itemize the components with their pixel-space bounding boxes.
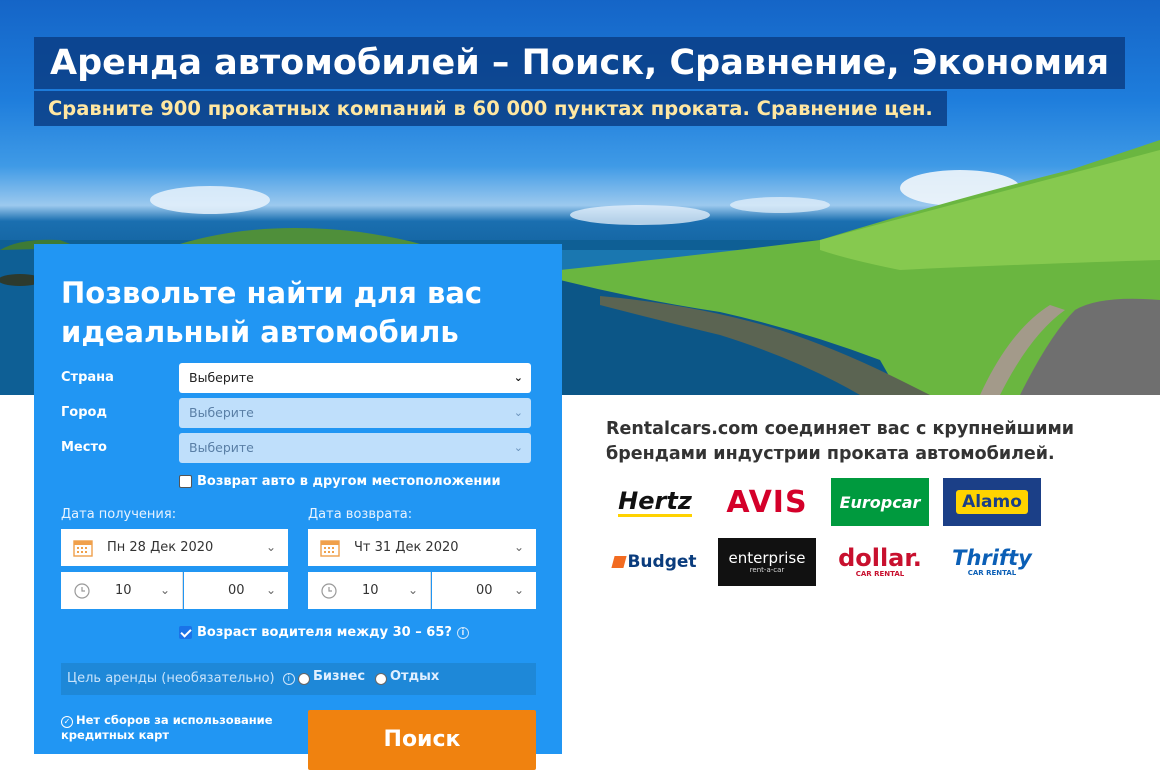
pickup-hour-value: 10 xyxy=(115,583,132,598)
page-title: Аренда автомобилей – Поиск, Сравнение, Э… xyxy=(34,37,1126,89)
checkbox-box[interactable] xyxy=(179,626,192,639)
return-other-location-checkbox[interactable]: Возврат авто в другом местоположении xyxy=(179,474,501,489)
pickup-minute-value: 00 xyxy=(228,583,245,598)
brands-description: Rentalcars.com соединяет вас с крупнейши… xyxy=(606,419,1075,464)
chevron-down-icon: ⌄ xyxy=(407,583,418,597)
dropoff-date-label: Дата возврата: xyxy=(308,507,413,522)
clock-icon xyxy=(321,583,337,599)
chevron-down-icon: ⌄ xyxy=(265,583,276,597)
city-select-value: Выберите xyxy=(189,405,254,420)
europcar-logo: Europcar xyxy=(831,478,929,526)
dropoff-hour-value: 10 xyxy=(362,583,379,598)
pickup-date-label: Дата получения: xyxy=(61,507,177,522)
country-select[interactable]: Выберите ⌄ xyxy=(179,363,531,393)
location-label: Место xyxy=(61,440,107,455)
chevron-down-icon: ⌄ xyxy=(513,583,524,597)
chevron-down-icon: ⌄ xyxy=(513,371,523,384)
country-select-value: Выберите xyxy=(189,370,254,385)
chevron-down-icon: ⌄ xyxy=(513,540,524,554)
rental-purpose-row: Цель аренды (необязательно) i Бизнес Отд… xyxy=(61,663,536,695)
enterprise-logo: enterprise rent-a-car xyxy=(718,538,816,586)
clock-icon xyxy=(74,583,90,599)
calendar-icon xyxy=(73,540,93,557)
pickup-date-value: Пн 28 Дек 2020 xyxy=(107,540,214,555)
radio-leisure[interactable] xyxy=(375,673,387,685)
pickup-minute-select[interactable]: 00 ⌄ xyxy=(184,572,288,609)
country-label: Страна xyxy=(61,370,114,385)
checkbox-box[interactable] xyxy=(179,475,192,488)
info-icon[interactable]: i xyxy=(282,672,295,685)
city-label: Город xyxy=(61,405,107,420)
budget-mark-icon xyxy=(611,556,628,568)
form-heading: Позвольте найти для вас идеальный автомо… xyxy=(61,276,483,349)
location-select[interactable]: Выберите ⌄ xyxy=(179,433,531,463)
chevron-down-icon: ⌄ xyxy=(513,406,523,419)
thrifty-logo: Thrifty CAR RENTAL xyxy=(952,546,1032,577)
page-subtitle: Сравните 900 прокатных компаний в 60 000… xyxy=(34,91,947,126)
rental-purpose-label: Цель аренды (необязательно) xyxy=(67,671,275,686)
chevron-down-icon: ⌄ xyxy=(265,540,276,554)
pickup-date-field[interactable]: Пн 28 Дек 2020 ⌄ xyxy=(61,529,288,566)
return-other-location-label: Возврат авто в другом местоположении xyxy=(197,474,501,489)
dropoff-hour-select[interactable]: 10 ⌄ xyxy=(308,572,431,609)
calendar-icon xyxy=(320,540,340,557)
driver-age-label: Возраст водителя между 30 – 65? xyxy=(197,625,452,640)
no-card-fees-text: Нет сборов за использование кредитных ка… xyxy=(61,713,273,742)
radio-business-label: Бизнес xyxy=(313,669,366,684)
budget-logo: Budget xyxy=(606,538,704,586)
dropoff-date-value: Чт 31 Дек 2020 xyxy=(354,540,459,555)
search-button[interactable]: Поиск xyxy=(308,710,536,770)
driver-age-checkbox[interactable]: Возраст водителя между 30 – 65? i xyxy=(179,625,469,640)
hertz-logo: Hertz xyxy=(618,486,692,517)
dropoff-minute-select[interactable]: 00 ⌄ xyxy=(432,572,536,609)
chevron-down-icon: ⌄ xyxy=(513,441,523,454)
dropoff-date-field[interactable]: Чт 31 Дек 2020 ⌄ xyxy=(308,529,536,566)
dropoff-minute-value: 00 xyxy=(476,583,493,598)
check-circle-icon: ✓ xyxy=(61,716,73,728)
dollar-logo: dollar. CAR RENTAL xyxy=(838,544,922,578)
car-search-form: Позвольте найти для вас идеальный автомо… xyxy=(34,244,562,770)
radio-leisure-label: Отдых xyxy=(390,669,440,684)
no-card-fees-note: ✓ Нет сборов за использование кредитных к… xyxy=(61,713,281,743)
info-icon[interactable]: i xyxy=(456,626,469,639)
pickup-hour-select[interactable]: 10 ⌄ xyxy=(61,572,183,609)
radio-business[interactable] xyxy=(298,673,310,685)
city-select[interactable]: Выберите ⌄ xyxy=(179,398,531,428)
alamo-logo: Alamo xyxy=(943,478,1041,526)
avis-logo: AVIS xyxy=(726,484,808,520)
location-select-value: Выберите xyxy=(189,440,254,455)
chevron-down-icon: ⌄ xyxy=(159,583,170,597)
